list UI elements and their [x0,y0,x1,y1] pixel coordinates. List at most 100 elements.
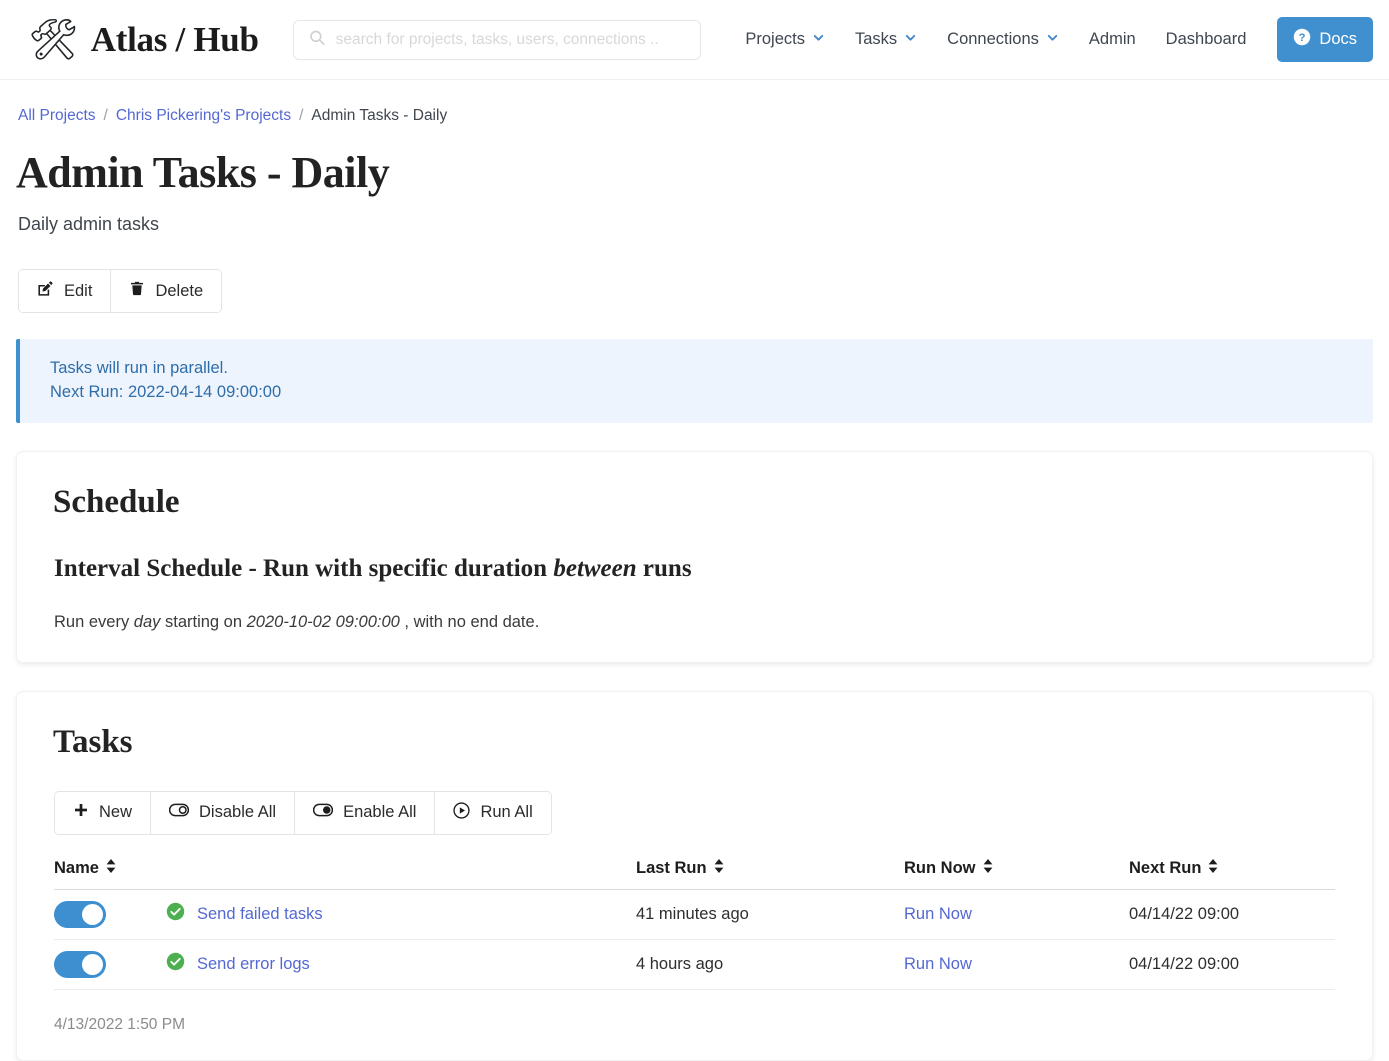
run-all-button[interactable]: Run All [435,791,551,834]
run-now-link[interactable]: Run Now [904,905,972,923]
nav-item-tasks[interactable]: Tasks [840,22,932,57]
edit-button-label: Edit [64,281,93,300]
search-input[interactable] [292,19,701,60]
task-next-run-cell: 04/14/22 09:00 [1129,939,1335,990]
toggle-on-icon [312,803,334,822]
breadcrumb-separator: / [299,107,304,124]
run-all-label: Run All [480,803,533,822]
brand-logo[interactable]: 🛠 Atlas / Hub [28,20,259,60]
search-icon [308,28,326,51]
schedule-card-title: Schedule [53,483,180,520]
column-header-label: Run Now [904,858,976,877]
alert-line-parallel: Tasks will run in parallel. [50,359,228,377]
schedule-description: Run every day starting on 2020-10-02 09:… [54,613,1352,632]
nav-item-label: Admin [1088,30,1136,48]
chevron-down-icon [904,30,917,49]
breadcrumb-item-all-projects[interactable]: All Projects [18,107,96,125]
top-navbar: 🛠 Atlas / Hub Projects Tasks Connections [0,0,1389,80]
page-subtitle: Daily admin tasks [18,214,160,234]
tasks-card-title: Tasks [53,723,133,760]
disable-all-button[interactable]: Disable All [151,791,296,834]
column-header-label: Last Run [636,858,707,877]
nav-item-label: Connections [947,30,1039,48]
task-name-cell: Send failed tasks [166,889,636,940]
task-name-cell: Send error logs [166,939,636,990]
nav-links: Projects Tasks Connections Admin Dashboa… [730,17,1373,62]
schedule-body-pre: Run every [54,612,134,631]
table-header-row: Name Last Run Run Now Next Run [54,858,1335,890]
table-row: Send failed tasks 41 minutes ago Run Now… [54,889,1335,940]
tasks-table: Name Last Run Run Now Next Run Send fail… [54,858,1335,990]
breadcrumb-item-current: Admin Tasks - Daily [311,107,448,124]
new-task-button[interactable]: New [55,791,152,834]
alert-line-next-run: Next Run: 2022-04-14 09:00:00 [50,382,282,401]
search-box[interactable] [292,19,701,60]
schedule-heading: Interval Schedule - Run with specific du… [54,555,1352,583]
enable-all-button[interactable]: Enable All [295,791,436,834]
sort-icon [1208,858,1218,878]
nav-item-projects[interactable]: Projects [730,22,840,57]
task-run-now-cell: Run Now [904,889,1129,940]
task-enable-toggle[interactable] [54,950,106,978]
column-header-label: Next Run [1129,858,1202,877]
check-circle-icon [166,902,185,926]
new-task-label: New [99,803,133,822]
hammer-and-wrench-icon: 🛠 [28,17,79,62]
edit-button[interactable]: Edit [19,270,112,312]
tasks-toolbar: New Disable All Enable All Run All [54,790,552,835]
nav-item-label: Projects [745,30,805,48]
nav-item-admin[interactable]: Admin [1074,22,1151,57]
task-enabled-cell [54,889,166,940]
enable-all-label: Enable All [343,803,417,822]
page-action-buttons: Edit Delete [18,269,223,313]
plus-icon [73,802,89,823]
disable-all-label: Disable All [199,803,277,822]
chevron-down-icon [1046,30,1059,49]
task-run-now-cell: Run Now [904,939,1129,990]
schedule-heading-after: runs [636,554,692,582]
breadcrumb-item-user-projects[interactable]: Chris Pickering's Projects [116,107,291,125]
schedule-card: Schedule Interval Schedule - Run with sp… [16,450,1373,663]
delete-button-label: Delete [155,281,204,300]
brand-title: Atlas / Hub [90,19,259,59]
chevron-down-icon [812,30,825,49]
table-row: Send error logs 4 hours ago Run Now 04/1… [54,939,1335,990]
task-name-link[interactable]: Send error logs [197,955,310,974]
play-circle-icon [453,802,471,824]
schedule-body-mid: starting on [160,612,247,631]
task-name-link[interactable]: Send failed tasks [197,905,323,924]
task-enabled-cell [54,939,166,990]
column-header-label: Name [54,858,99,877]
nav-item-dashboard[interactable]: Dashboard [1151,22,1262,57]
schedule-heading-before: Interval Schedule - Run with specific du… [54,554,554,582]
nav-item-label: Dashboard [1165,30,1247,48]
breadcrumb: All Projects / Chris Pickering's Project… [16,80,1373,125]
info-alert: Tasks will run in parallel. Next Run: 20… [16,339,1373,423]
page-content: All Projects / Chris Pickering's Project… [0,80,1389,1061]
check-circle-icon [166,952,185,976]
question-circle-icon: ? [1293,28,1311,51]
nav-item-connections[interactable]: Connections [932,22,1074,57]
trash-icon [129,280,145,302]
run-now-link[interactable]: Run Now [904,955,972,973]
task-enable-toggle[interactable] [54,900,106,928]
schedule-heading-emphasis: between [553,554,637,582]
task-next-run-cell: 04/14/22 09:00 [1129,889,1335,940]
column-header-next-run[interactable]: Next Run [1129,858,1335,890]
sort-icon [714,858,724,878]
sort-icon [983,858,993,878]
task-last-run-cell: 41 minutes ago [636,889,904,940]
column-header-last-run[interactable]: Last Run [636,858,904,890]
column-header-run-now[interactable]: Run Now [904,858,1129,890]
tasks-footer-timestamp: 4/13/2022 1:50 PM [54,1015,185,1033]
tasks-card: Tasks New Disable All Enable All Run All… [16,690,1373,1061]
delete-button[interactable]: Delete [111,270,222,312]
nav-item-label: Tasks [854,30,898,48]
docs-button-label: Docs [1319,30,1357,48]
toggle-off-icon [168,803,190,822]
column-header-name[interactable]: Name [54,858,636,890]
docs-button[interactable]: ? Docs [1277,17,1373,62]
breadcrumb-separator: / [103,107,108,124]
page-title: Admin Tasks - Daily [16,148,390,197]
pencil-square-icon [37,280,54,302]
